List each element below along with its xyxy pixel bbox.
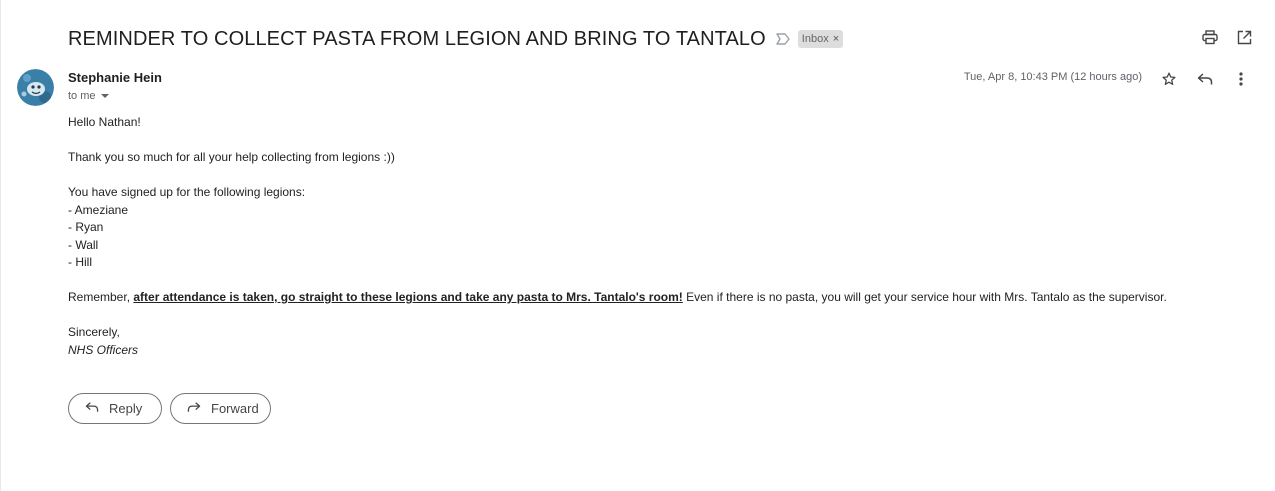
message-actions xyxy=(1160,70,1250,88)
reply-forward-bar: Reply Forward xyxy=(68,393,271,424)
greeting: Hello Nathan! xyxy=(68,115,141,129)
forward-label: Forward xyxy=(211,401,259,416)
avatar[interactable] xyxy=(17,69,54,106)
importance-marker-icon[interactable] xyxy=(776,31,792,47)
thread-actions xyxy=(1201,28,1253,46)
email-view: REMINDER TO COLLECT PASTA FROM LEGION AN… xyxy=(0,0,1275,491)
signature: NHS Officers xyxy=(68,342,139,357)
thanks-line: Thank you so much for all your help coll… xyxy=(68,150,395,164)
inbox-label-chip[interactable]: Inbox × xyxy=(797,30,844,48)
list-item: - Hill xyxy=(68,255,92,269)
recipient-text: to me xyxy=(68,90,96,102)
reminder-paragraph: Remember, after attendance is taken, go … xyxy=(68,289,1258,307)
list-item: - Wall xyxy=(68,237,99,252)
forward-icon xyxy=(187,401,201,416)
reply-icon[interactable] xyxy=(1196,70,1214,88)
forward-button[interactable]: Forward xyxy=(170,393,271,424)
email-subject: REMINDER TO COLLECT PASTA FROM LEGION AN… xyxy=(68,27,766,50)
reply-label: Reply xyxy=(109,401,143,416)
label-text: Inbox xyxy=(801,33,829,45)
legions-intro: You have signed up for the following leg… xyxy=(68,185,306,199)
reminder-emphasis: after attendance is taken, go straight t… xyxy=(133,290,683,304)
reply-button[interactable]: Reply xyxy=(68,393,162,424)
list-item: - Ryan xyxy=(68,220,104,234)
closing: Sincerely, xyxy=(68,325,120,339)
star-icon[interactable] xyxy=(1160,70,1178,88)
recipient-details-toggle[interactable]: to me xyxy=(68,90,110,102)
caret-down-icon xyxy=(100,90,110,102)
reminder-suffix: Even if there is no pasta, you will get … xyxy=(682,290,1167,304)
email-body: Hello Nathan! Thank you so much for all … xyxy=(68,114,1258,359)
reply-icon xyxy=(85,401,99,416)
more-vertical-icon[interactable] xyxy=(1232,70,1250,88)
list-item: - Ameziane xyxy=(68,202,129,217)
reminder-prefix: Remember, xyxy=(68,290,134,304)
print-icon[interactable] xyxy=(1201,28,1219,46)
remove-label-icon[interactable]: × xyxy=(833,33,839,45)
sender-name[interactable]: Stephanie Hein xyxy=(68,70,162,85)
subject-row: REMINDER TO COLLECT PASTA FROM LEGION AN… xyxy=(68,24,844,54)
email-date: Tue, Apr 8, 10:43 PM (12 hours ago) xyxy=(963,71,1142,83)
open-in-new-window-icon[interactable] xyxy=(1235,28,1253,46)
